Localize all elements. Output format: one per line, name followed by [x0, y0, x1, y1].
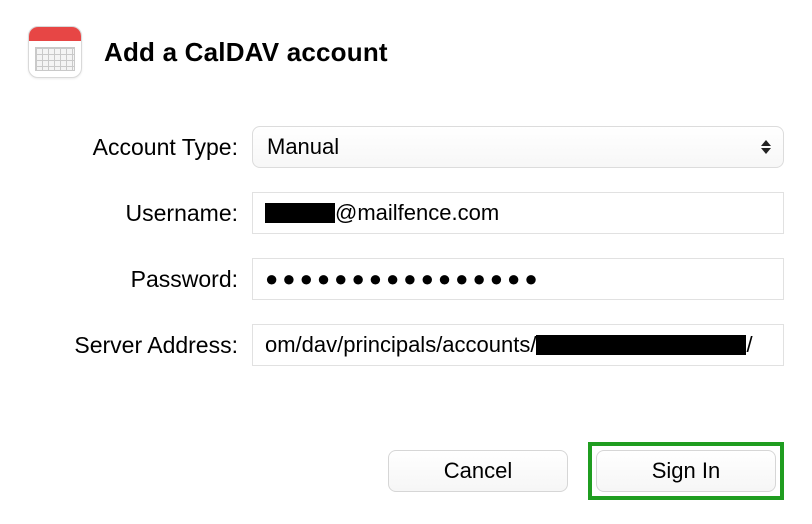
server-suffix: / — [746, 332, 752, 358]
dialog-footer: Cancel Sign In — [388, 442, 784, 500]
server-field[interactable]: om/dav/principals/accounts/ / — [252, 324, 784, 366]
username-label: Username: — [28, 200, 238, 227]
server-redacted — [536, 335, 746, 355]
calendar-icon — [28, 26, 82, 78]
dialog-header: Add a CalDAV account — [28, 26, 784, 78]
server-prefix: om/dav/principals/accounts/ — [265, 332, 536, 358]
password-field[interactable]: ●●●●●●●●●●●●●●●● — [252, 258, 784, 300]
account-type-select[interactable]: Manual — [252, 126, 784, 168]
chevron-up-down-icon — [761, 140, 771, 154]
password-mask: ●●●●●●●●●●●●●●●● — [265, 266, 542, 292]
username-suffix: @mailfence.com — [335, 200, 499, 226]
account-type-value: Manual — [267, 134, 339, 160]
dialog-add-caldav-account: Add a CalDAV account Account Type: Manua… — [0, 0, 812, 524]
signin-highlight: Sign In — [588, 442, 784, 500]
cancel-button[interactable]: Cancel — [388, 450, 568, 492]
server-label: Server Address: — [28, 332, 238, 359]
password-label: Password: — [28, 266, 238, 293]
username-redacted — [265, 203, 335, 223]
account-type-label: Account Type: — [28, 134, 238, 161]
dialog-title: Add a CalDAV account — [104, 37, 388, 68]
signin-button[interactable]: Sign In — [596, 450, 776, 492]
form: Account Type: Manual Username: @mailfenc… — [28, 126, 784, 366]
username-field[interactable]: @mailfence.com — [252, 192, 784, 234]
